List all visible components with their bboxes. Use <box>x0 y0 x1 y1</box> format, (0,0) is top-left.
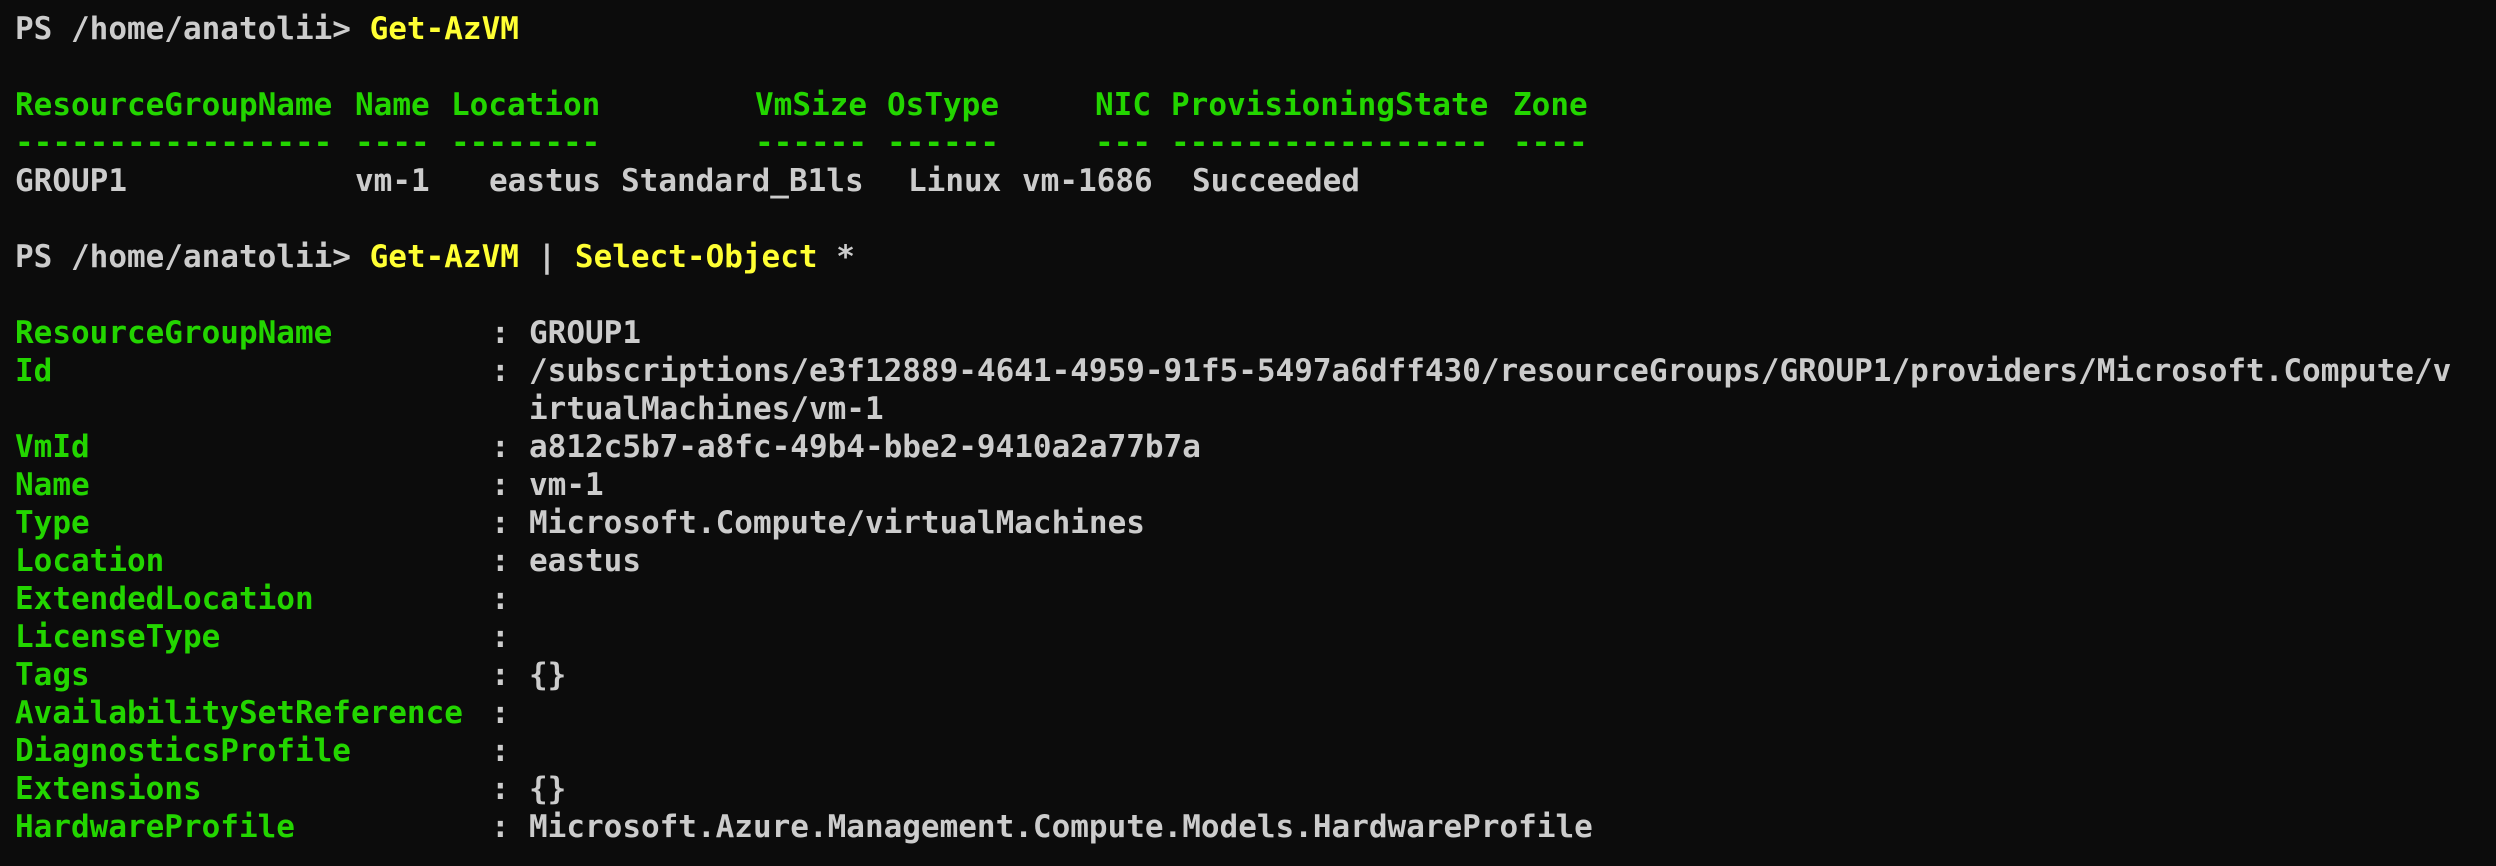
cell-name: vm-1 <box>355 163 430 199</box>
prompt: PS /home/anatolii> <box>15 239 370 275</box>
col-header-location: Location <box>451 87 601 123</box>
property-separator: : <box>491 771 510 807</box>
property-separator: : <box>491 543 510 579</box>
property-row: ResourceGroupName: GROUP1 <box>15 314 2496 352</box>
col-header-nic: NIC <box>1095 87 1151 123</box>
property-value: {} <box>529 771 567 807</box>
property-row: HardwareProfile: Microsoft.Azure.Manageme… <box>15 808 2496 846</box>
cell-provisioningstate: Succeeded <box>1192 163 1360 199</box>
prompt-line-2: PS /home/anatolii> Get-AzVM | Select-Obj… <box>15 238 2496 276</box>
property-row: Type: Microsoft.Compute/virtualMachines <box>15 504 2496 542</box>
property-key: Location <box>15 543 165 579</box>
property-separator: : <box>491 733 510 769</box>
cell-nic: vm-1686 <box>1022 163 1153 199</box>
property-key: ResourceGroupName <box>15 315 333 351</box>
property-key: LicenseType <box>15 619 221 655</box>
property-row: Location: eastus <box>15 542 2496 580</box>
dash: -------- <box>451 125 601 161</box>
col-header-provisioningstate: ProvisioningState <box>1171 87 1489 123</box>
property-row: Name: vm-1 <box>15 466 2496 504</box>
dash: ---- <box>1513 125 1588 161</box>
dash: ----------------- <box>15 125 333 161</box>
property-value: vm-1 <box>529 467 604 503</box>
property-separator: : <box>491 467 510 503</box>
property-key: Tags <box>15 657 90 693</box>
property-value: /subscriptions/e3f12889-4641-4959-91f5-5… <box>529 353 2452 389</box>
cell-location: eastus <box>489 163 601 199</box>
property-row: VmId: a812c5b7-a8fc-49b4-bbe2-9410a2a77b7… <box>15 428 2496 466</box>
property-row: AvailabilitySetReference: <box>15 694 2496 732</box>
property-key: Extensions <box>15 771 202 807</box>
property-separator: : <box>491 505 510 541</box>
property-separator: : <box>491 353 510 389</box>
dash: ------ <box>755 125 867 161</box>
command-get-azvm: Get-AzVM <box>369 239 519 275</box>
property-separator: : <box>491 619 510 655</box>
property-key: AvailabilitySetReference <box>15 695 463 731</box>
prompt: PS /home/anatolii> <box>15 11 370 47</box>
property-key: ExtendedLocation <box>15 581 314 617</box>
property-row-continuation: irtualMachines/vm-1 <box>15 390 2496 428</box>
property-key: VmId <box>15 429 90 465</box>
property-value-continuation: irtualMachines/vm-1 <box>529 391 884 427</box>
property-row: DiagnosticsProfile: <box>15 732 2496 770</box>
property-key: Type <box>15 505 90 541</box>
cell-ostype: Linux <box>908 163 1002 199</box>
table-row: GROUP1 vm-1 eastus Standard_B1ls Linux vm-168… <box>15 162 2496 200</box>
col-header-resourcegroupname: ResourceGroupName <box>15 87 333 123</box>
property-key: DiagnosticsProfile <box>15 733 351 769</box>
property-separator: : <box>491 581 510 617</box>
property-value: a812c5b7-a8fc-49b4-bbe2-9410a2a77b7a <box>529 429 1201 465</box>
command-get-azvm: Get-AzVM <box>369 11 519 47</box>
dash: ------ <box>887 125 999 161</box>
table-header: ResourceGroupName Name Location VmSize OsTyp… <box>15 86 2496 124</box>
dash: ----------------- <box>1171 125 1489 161</box>
col-header-vmsize: VmSize <box>755 87 867 123</box>
dash: ---- <box>355 125 430 161</box>
property-row: LicenseType: <box>15 618 2496 656</box>
property-value: {} <box>529 657 567 693</box>
col-header-ostype: OsType <box>887 87 999 123</box>
cell-resourcegroupname: GROUP1 <box>15 163 127 199</box>
property-list: ResourceGroupName: GROUP1 Id: /subscriptio… <box>15 314 2496 846</box>
property-row: Extensions: {} <box>15 770 2496 808</box>
property-separator: : <box>491 657 510 693</box>
dash: --- <box>1095 125 1151 161</box>
property-row: Tags: {} <box>15 656 2496 694</box>
col-header-zone: Zone <box>1513 87 1588 123</box>
property-value: GROUP1 <box>529 315 641 351</box>
cell-vmsize: Standard_B1ls <box>621 163 864 199</box>
property-key: Name <box>15 467 90 503</box>
property-separator: : <box>491 809 510 845</box>
property-row: ExtendedLocation: <box>15 580 2496 618</box>
property-separator: : <box>491 315 510 351</box>
command-argument: * <box>817 239 855 275</box>
command-select-object: Select-Object <box>574 239 818 275</box>
property-row: Id: /subscriptions/e3f12889-4641-4959-91f… <box>15 352 2496 390</box>
property-separator: : <box>491 695 510 731</box>
property-separator: : <box>491 429 510 465</box>
property-key: HardwareProfile <box>15 809 295 845</box>
property-value: Microsoft.Compute/virtualMachines <box>529 505 1145 541</box>
prompt-line-1: PS /home/anatolii> Get-AzVM <box>15 10 2496 48</box>
property-value: eastus <box>529 543 641 579</box>
property-value: Microsoft.Azure.Management.Compute.Model… <box>529 809 1593 845</box>
table-header-underline: ----------------- ---- -------- ------ -----… <box>15 124 2496 162</box>
pipe-operator: | <box>518 239 575 275</box>
property-key: Id <box>15 353 53 389</box>
terminal-window[interactable]: PS /home/anatolii> Get-AzVM ResourceGrou… <box>0 0 2496 866</box>
col-header-name: Name <box>355 87 430 123</box>
